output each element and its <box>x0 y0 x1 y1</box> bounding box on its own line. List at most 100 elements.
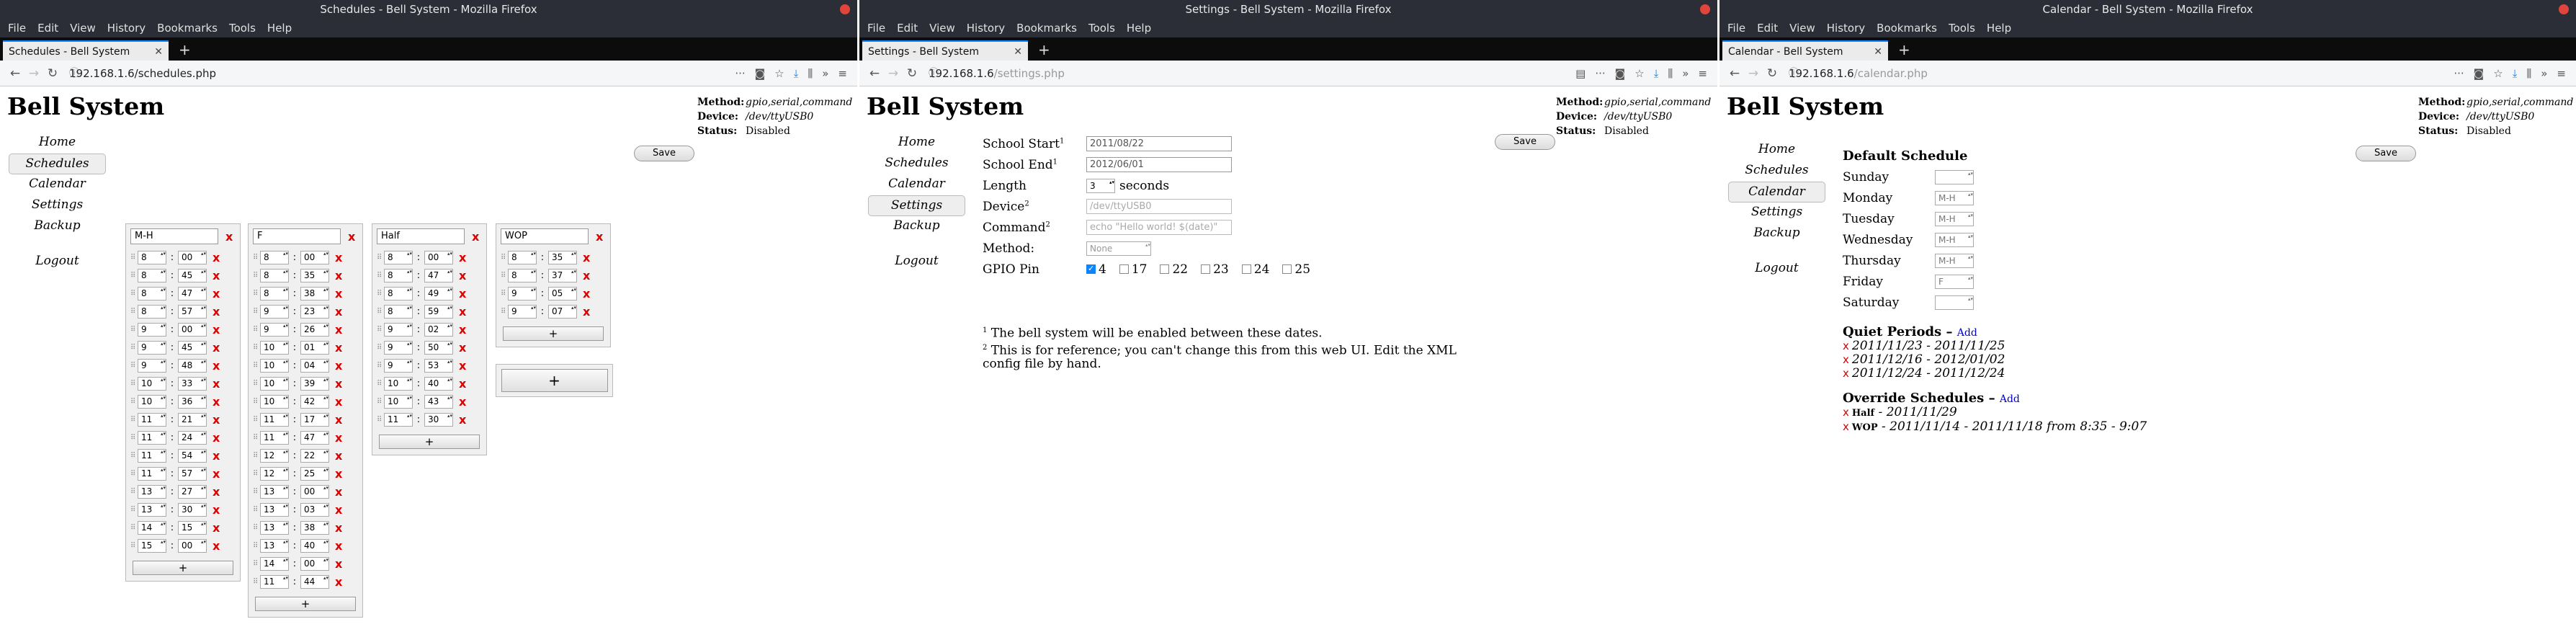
add-override-link[interactable]: Add <box>2000 393 2020 405</box>
schedule-name-input[interactable]: M-H <box>130 228 218 244</box>
overflow-icon[interactable]: » <box>822 67 828 80</box>
delete-time-button[interactable]: x <box>213 449 220 463</box>
hamburger-menu-icon[interactable]: ≡ <box>1698 67 1707 80</box>
new-tab-icon[interactable]: + <box>179 39 191 61</box>
delete-schedule-button[interactable]: x <box>348 230 355 244</box>
hour-select[interactable]: 9 <box>138 323 166 337</box>
download-icon[interactable]: ⤓ <box>1654 67 1659 80</box>
menu-help[interactable]: Help <box>1987 22 2011 35</box>
add-schedule-button[interactable]: + <box>501 369 608 392</box>
forward-icon[interactable]: → <box>1744 66 1763 81</box>
minute-select[interactable]: 02 <box>424 323 453 337</box>
hour-select[interactable]: 11 <box>384 413 413 427</box>
delete-time-button[interactable]: x <box>213 413 220 427</box>
sidebar-item-home[interactable]: Home <box>868 133 965 153</box>
drag-handle-icon[interactable]: ⠿ <box>377 398 384 406</box>
hour-select[interactable]: 15 <box>138 539 166 553</box>
download-icon[interactable]: ⤓ <box>2513 67 2518 80</box>
sidebar-item-backup[interactable]: Backup <box>868 216 965 237</box>
pocket-icon[interactable]: ◙ <box>755 67 766 80</box>
sidebar-item-schedules[interactable]: Schedules <box>868 153 965 174</box>
hour-select[interactable]: 11 <box>260 431 289 445</box>
day-schedule-select[interactable]: M-H <box>1935 190 1974 205</box>
drag-handle-icon[interactable]: ⠿ <box>130 308 138 316</box>
hour-select[interactable]: 9 <box>260 305 289 319</box>
delete-time-button[interactable]: x <box>213 269 220 282</box>
drag-handle-icon[interactable]: ⠿ <box>130 362 138 370</box>
drag-handle-icon[interactable]: ⠿ <box>253 362 260 370</box>
hour-select[interactable]: 13 <box>260 521 289 535</box>
drag-handle-icon[interactable]: ⠿ <box>130 254 138 262</box>
delete-quiet-period-button[interactable]: x <box>1843 353 1849 366</box>
minute-select[interactable]: 04 <box>300 359 329 373</box>
hour-select[interactable]: 11 <box>260 413 289 427</box>
minute-select[interactable]: 24 <box>178 431 207 445</box>
menu-file[interactable]: File <box>867 22 885 35</box>
drag-handle-icon[interactable]: ⠿ <box>130 416 138 424</box>
add-time-button[interactable]: + <box>133 561 233 575</box>
delete-time-button[interactable]: x <box>335 305 342 319</box>
day-schedule-select[interactable]: M-H <box>1935 253 1974 268</box>
drag-handle-icon[interactable]: ⠿ <box>253 416 260 424</box>
minute-select[interactable]: 40 <box>300 539 329 553</box>
minute-select[interactable]: 07 <box>548 305 577 319</box>
delete-schedule-button[interactable]: x <box>596 230 603 244</box>
delete-time-button[interactable]: x <box>335 341 342 355</box>
hour-select[interactable]: 11 <box>138 449 166 463</box>
hour-select[interactable]: 13 <box>260 485 289 499</box>
minute-select[interactable]: 47 <box>424 269 453 282</box>
menu-edit[interactable]: Edit <box>37 22 58 35</box>
sidebar-item-logout[interactable]: Logout <box>868 252 965 272</box>
drag-handle-icon[interactable]: ⠿ <box>377 362 384 370</box>
hour-select[interactable]: 8 <box>138 305 166 319</box>
minute-select[interactable]: 36 <box>178 395 207 409</box>
hour-select[interactable]: 8 <box>138 251 166 264</box>
forward-icon[interactable]: → <box>24 66 43 81</box>
hour-select[interactable]: 9 <box>508 287 537 301</box>
schedule-name-input[interactable]: Half <box>377 228 465 244</box>
delete-time-button[interactable]: x <box>335 503 342 517</box>
forward-icon[interactable]: → <box>884 66 903 81</box>
bookmark-star-icon[interactable]: ☆ <box>774 67 784 80</box>
drag-handle-icon[interactable]: ⠿ <box>377 272 384 280</box>
delete-time-button[interactable]: x <box>213 341 220 355</box>
drag-handle-icon[interactable]: ⠿ <box>377 380 384 388</box>
tab-schedules[interactable]: Schedules - Bell System ✕ <box>3 40 169 61</box>
hour-select[interactable]: 11 <box>138 431 166 445</box>
delete-time-button[interactable]: x <box>213 377 220 391</box>
drag-handle-icon[interactable]: ⠿ <box>253 434 260 442</box>
overflow-icon[interactable]: » <box>1682 67 1689 80</box>
info-icon[interactable]: ⓘ <box>69 66 79 81</box>
day-schedule-select[interactable] <box>1935 295 1974 310</box>
delete-time-button[interactable]: x <box>213 305 220 319</box>
hour-select[interactable]: 10 <box>260 341 289 355</box>
close-tab-icon[interactable]: ✕ <box>1874 42 1882 62</box>
drag-handle-icon[interactable]: ⠿ <box>377 416 384 424</box>
hour-select[interactable]: 8 <box>260 269 289 282</box>
minute-select[interactable]: 05 <box>548 287 577 301</box>
add-quiet-period-link[interactable]: Add <box>1957 327 1977 339</box>
menu-bookmarks[interactable]: Bookmarks <box>1016 22 1077 35</box>
drag-handle-icon[interactable]: ⠿ <box>377 308 384 316</box>
menu-history[interactable]: History <box>967 22 1005 35</box>
delete-time-button[interactable]: x <box>459 413 466 427</box>
menu-history[interactable]: History <box>107 22 146 35</box>
add-time-button[interactable]: + <box>503 326 604 341</box>
delete-time-button[interactable]: x <box>459 287 466 301</box>
hour-select[interactable]: 10 <box>138 395 166 409</box>
gpio-checkbox[interactable] <box>1241 264 1251 274</box>
minute-select[interactable]: 35 <box>300 269 329 282</box>
delete-override-button[interactable]: x <box>1843 420 1849 433</box>
sidebar-item-calendar[interactable]: Calendar <box>1728 182 1825 202</box>
menu-view[interactable]: View <box>929 22 955 35</box>
drag-handle-icon[interactable]: ⠿ <box>253 506 260 514</box>
hour-select[interactable]: 10 <box>384 395 413 409</box>
gpio-checkbox[interactable] <box>1160 264 1170 274</box>
length-select[interactable]: 3 <box>1086 178 1115 193</box>
menu-file[interactable]: File <box>8 22 26 35</box>
drag-handle-icon[interactable]: ⠿ <box>130 344 138 352</box>
save-button[interactable]: Save <box>1495 134 1555 150</box>
delete-time-button[interactable]: x <box>335 539 342 553</box>
close-tab-icon[interactable]: ✕ <box>1014 42 1022 62</box>
delete-time-button[interactable]: x <box>213 251 220 264</box>
